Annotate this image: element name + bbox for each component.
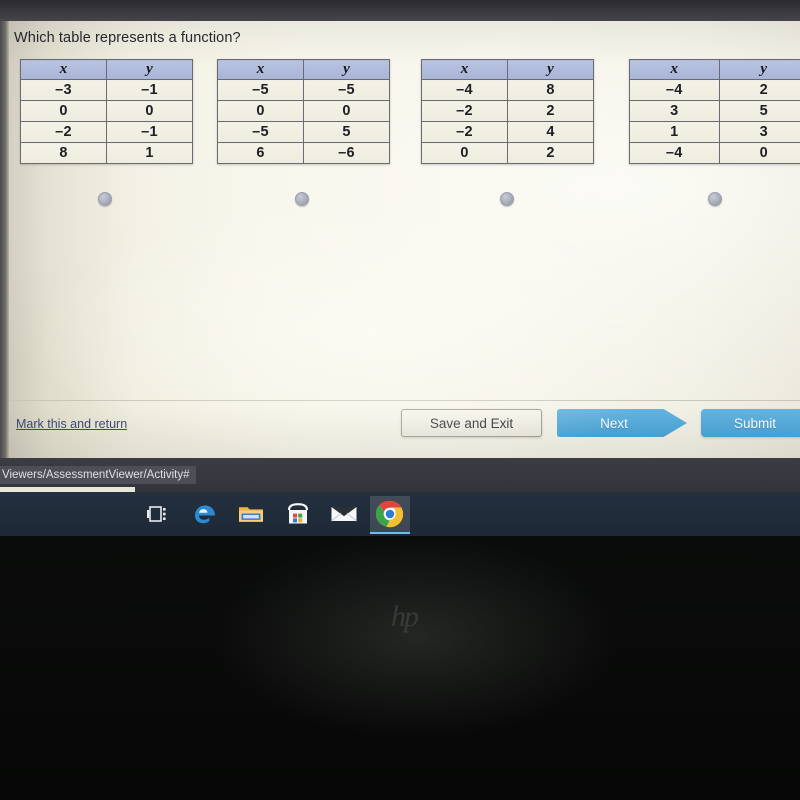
radio-option-a[interactable] [98,192,112,206]
cell-y: –6 [303,142,390,164]
option-c-table: x y –4 8 –2 2 –2 4 0 2 [421,59,594,164]
option-a-table: x y –3 –1 0 0 –2 –1 8 1 [20,59,193,164]
table-row: –2 2 [421,100,594,122]
cell-y: 0 [303,100,390,122]
table-row: 6 –6 [217,142,390,164]
cell-x: –5 [217,79,304,101]
cell-y: 2 [718,79,800,101]
option-b-table: x y –5 –5 0 0 –5 5 6 –6 [217,59,390,164]
cell-y: 0 [718,142,800,164]
laptop-bezel [0,536,800,800]
table-header-row: xy [421,59,594,80]
edge-icon[interactable] [190,500,220,528]
table-row: 13 [629,121,800,143]
table-header-row: xy [217,59,390,80]
option-c[interactable]: x y –4 8 –2 2 –2 4 0 2 [421,59,594,164]
cell-y: 3 [718,121,800,143]
cell-x: 3 [629,100,720,122]
cell-y: –1 [106,79,193,101]
browser-chrome-top-band [0,0,800,21]
table-row: –5 –5 [217,79,390,101]
column-header-x: x [629,59,720,80]
next-button[interactable]: Next [557,409,687,437]
file-explorer-icon[interactable] [236,500,266,528]
cell-x: –4 [421,79,508,101]
column-header-x: x [20,59,107,80]
cell-y: 8 [507,79,594,101]
option-a[interactable]: x y –3 –1 0 0 –2 –1 8 1 [20,59,193,164]
table-row: –4 8 [421,79,594,101]
table-row: 00 [217,100,390,122]
status-bar-url: Viewers/AssessmentViewer/Activity# [0,466,197,484]
table-row: –4 0 [629,142,800,164]
table-row: –2 –1 [20,121,193,143]
microsoft-store-icon[interactable] [283,500,313,528]
mark-this-and-return-link[interactable]: Mark this and return [16,417,127,431]
cell-y: 5 [718,100,800,122]
table-row: –5 5 [217,121,390,143]
table-header-row: xy [20,59,193,80]
table-row: 00 [20,100,193,122]
option-d-table: x y –4 2 3 5 1 3 –4 0 [629,59,800,164]
cell-x: 0 [20,100,107,122]
screen-left-edge-strip [0,21,9,458]
submit-button[interactable]: Submit [701,409,800,437]
column-header-x: x [421,59,508,80]
table-row: –4 2 [629,79,800,101]
radio-option-c[interactable] [500,192,514,206]
cell-x: 0 [421,142,508,164]
radio-option-b[interactable] [295,192,309,206]
cell-y: 2 [507,142,594,164]
table-row: –2 4 [421,121,594,143]
table-row: –3 –1 [20,79,193,101]
cell-x: –5 [217,121,304,143]
cell-y: –1 [106,121,193,143]
table-header-row: xy [629,59,800,80]
hp-brand-logo: hp [391,600,419,633]
assessment-page: Which table represents a function? x y –3–… [9,21,800,458]
radio-option-d[interactable] [708,192,722,206]
cell-x: –4 [629,79,720,101]
mail-icon[interactable] [329,500,359,528]
table-row: 35 [629,100,800,122]
option-b[interactable]: x y –5 –5 0 0 –5 5 6 –6 [217,59,390,164]
option-d[interactable]: x y –4 2 3 5 1 3 –4 0 [629,59,800,164]
cell-y: 1 [106,142,193,164]
table-row: 81 [20,142,193,164]
column-header-x: x [217,59,304,80]
table-row: 02 [421,142,594,164]
column-header-y: y [718,59,800,80]
question-text: Which table represents a function? [14,30,241,46]
cell-y: 2 [507,100,594,122]
column-header-y: y [507,59,594,80]
footer-divider [9,400,800,401]
cell-x: 6 [217,142,304,164]
cell-x: 8 [20,142,107,164]
laptop-screen-photo: Which table represents a function? x y –3–… [0,0,800,800]
cell-x: –2 [20,121,107,143]
cell-x: –3 [20,79,107,101]
column-header-y: y [106,59,193,80]
save-and-exit-button[interactable]: Save and Exit [401,409,542,437]
cell-x: 0 [217,100,304,122]
cell-y: –5 [303,79,390,101]
cell-x: –2 [421,121,508,143]
cell-y: 5 [303,121,390,143]
cell-x: 1 [629,121,720,143]
column-header-y: y [303,59,390,80]
cell-x: –4 [629,142,720,164]
cell-x: –2 [421,100,508,122]
cell-y: 0 [106,100,193,122]
answer-options-group: x y –3 –1 0 0 –2 –1 8 1 x y –5 –5 0 0 –5 5 6 –6 x y –4 8 –2 2 –2 4 0… [9,59,800,209]
task-view-icon[interactable] [142,500,172,528]
chrome-icon[interactable] [375,500,405,528]
cell-y: 4 [507,121,594,143]
